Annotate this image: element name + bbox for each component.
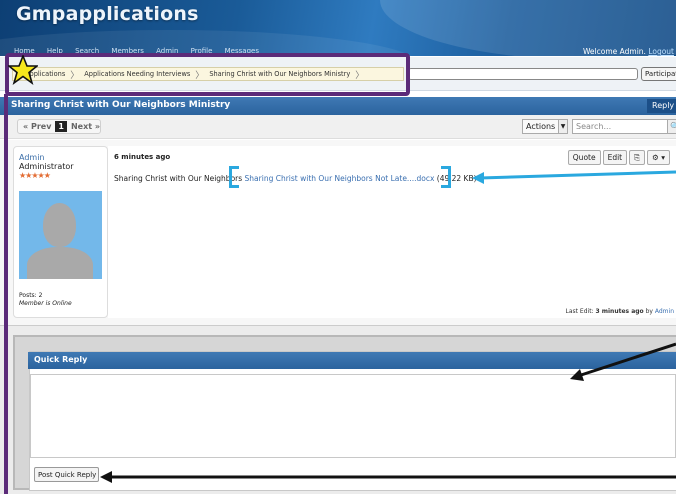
quick-reply-textarea[interactable] [30, 374, 676, 458]
thread-title: Sharing Christ with Our Neighbors Minist… [11, 100, 231, 110]
pagination-row: « Prev 1 Next » Actions ▼ Search... 🔍 [0, 115, 676, 139]
breadcrumb-field[interactable] [408, 68, 638, 80]
annotation-arrow-blue [472, 170, 676, 184]
site-header: Gmpapplications Home Help Search Members… [0, 0, 676, 56]
user-panel: Admin Administrator ★★★★★ Posts: 2 Membe… [13, 146, 108, 318]
avatar-body [27, 247, 93, 279]
search-icon[interactable]: 🔍 [667, 119, 676, 134]
pagination: « Prev 1 Next » [17, 119, 101, 134]
attachment-link[interactable]: Sharing Christ with Our Neighbors Not La… [245, 174, 435, 183]
search-input[interactable]: Search... [572, 119, 668, 134]
star-icon [8, 55, 38, 85]
last-edit-user[interactable]: Admin [655, 308, 674, 315]
annotation-arrow-submit [100, 471, 676, 483]
post-time: 6 minutes ago [114, 153, 171, 161]
post-quick-reply-button[interactable]: Post Quick Reply [34, 467, 99, 482]
welcome-message: Welcome Admin. Logout [582, 47, 674, 56]
rank-stars: ★★★★★ [19, 171, 51, 180]
annotation-highlight-box [5, 53, 410, 96]
post-count: Posts: 2 [19, 292, 43, 299]
prev-page-link[interactable]: « Prev [18, 122, 51, 131]
current-page[interactable]: 1 [55, 121, 67, 132]
avatar [19, 191, 102, 279]
next-page-link[interactable]: Next » [71, 122, 100, 131]
participate-button[interactable]: Participate [641, 67, 676, 81]
post-text: Sharing Christ with Our Neighbors Sharin… [114, 174, 477, 183]
last-edit: Last Edit: 3 minutes ago by Admin [565, 308, 674, 315]
user-role: Administrator [19, 162, 74, 171]
logout-link[interactable]: Logout [648, 47, 674, 56]
chevron-down-icon[interactable]: ▼ [558, 119, 568, 134]
annotation-bracket-left [229, 166, 239, 188]
reply-button[interactable]: Reply [647, 99, 676, 113]
annotation-vertical-line [4, 94, 8, 494]
avatar-head [43, 203, 76, 247]
annotation-arrow-textarea [570, 342, 676, 381]
annotation-bracket-right [441, 166, 451, 188]
online-status: Member is Online [19, 300, 72, 307]
site-title[interactable]: Gmpapplications [16, 3, 199, 25]
thread-title-bar: Sharing Christ with Our Neighbors Minist… [0, 97, 676, 115]
post-author[interactable]: Admin [19, 153, 45, 162]
